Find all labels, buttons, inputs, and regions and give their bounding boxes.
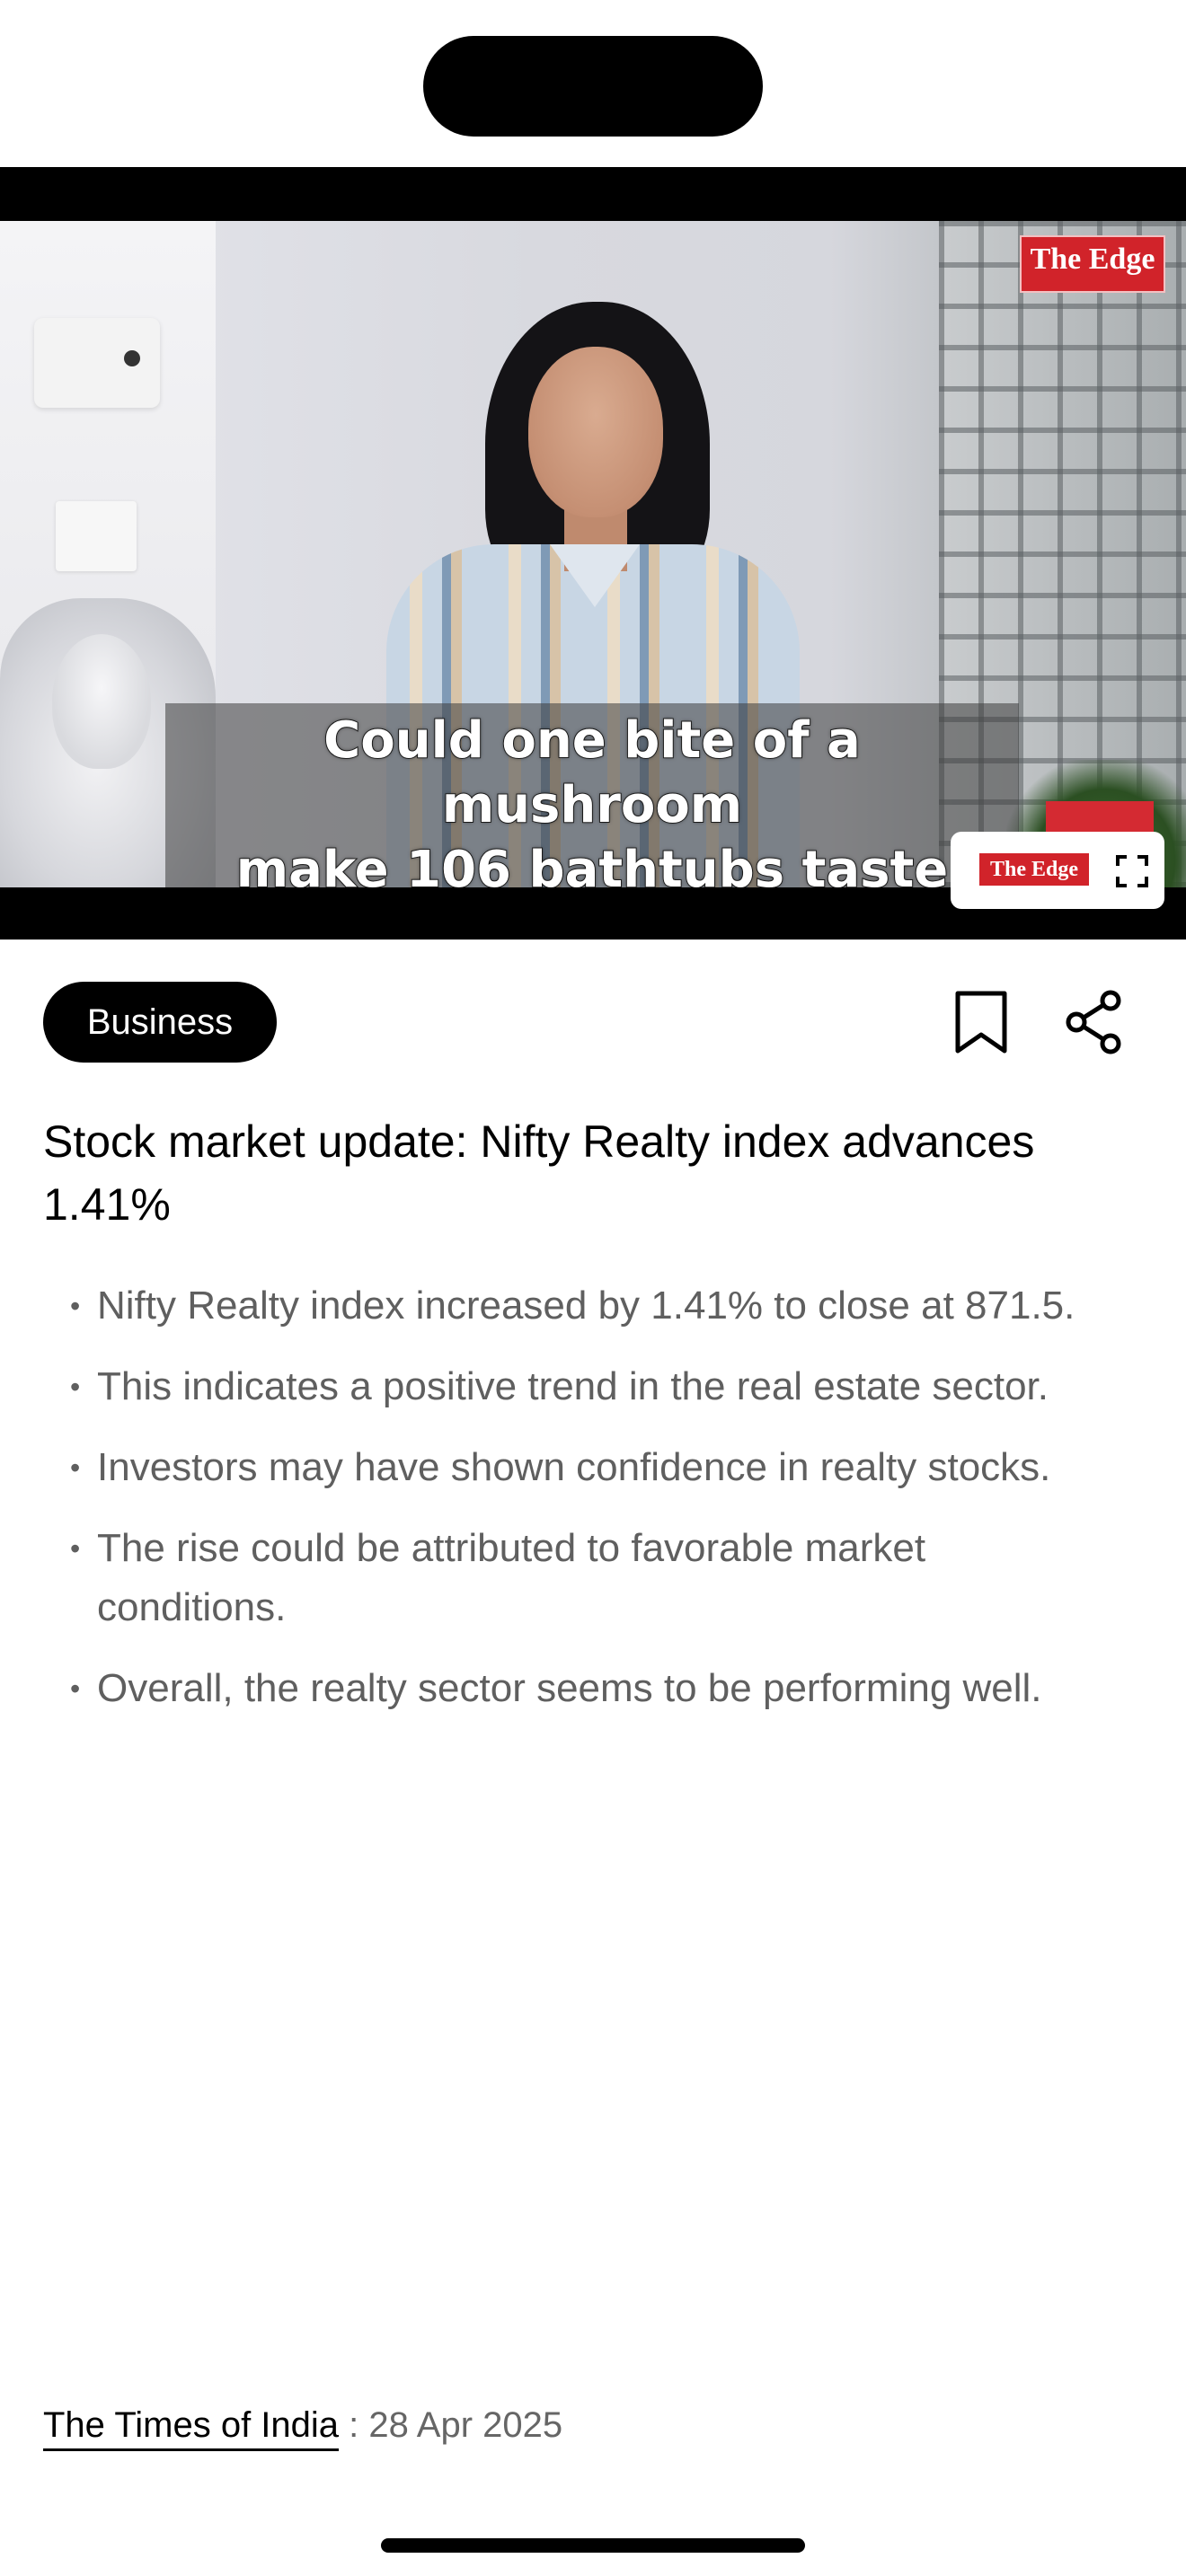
dynamic-island: [423, 36, 763, 137]
video-caption: Could one bite of a mushroom make 106 ba…: [165, 703, 1019, 887]
category-pill[interactable]: Business: [43, 982, 277, 1063]
presenter-face: [528, 347, 663, 517]
video-player[interactable]: The Edge Could one bite of a mushroom ma…: [0, 167, 1186, 940]
publish-date: 28 Apr 2025: [368, 2405, 563, 2445]
video-wall-switch: [56, 501, 137, 571]
video-frame[interactable]: The Edge Could one bite of a mushroom ma…: [0, 221, 1186, 887]
chip-brand-logo[interactable]: The Edge: [979, 853, 1089, 886]
source-separator: :: [339, 2405, 369, 2445]
share-button[interactable]: [1060, 988, 1128, 1056]
list-item: Investors may have shown confidence in r…: [70, 1438, 1085, 1497]
list-item: Nifty Realty index increased by 1.41% to…: [70, 1276, 1085, 1336]
video-caption-line2: make 106 bathtubs taste bitter?: [235, 840, 949, 887]
list-item: This indicates a positive trend in the r…: [70, 1357, 1085, 1416]
article-headline: Stock market update: Nifty Realty index …: [43, 1116, 1035, 1230]
video-statue-head: [52, 634, 151, 769]
video-overlay-chip[interactable]: The Edge: [951, 832, 1164, 909]
bookmark-icon: [955, 991, 1007, 1054]
list-item: Overall, the realty sector seems to be p…: [70, 1659, 1085, 1718]
article-source-line: The Times of India : 28 Apr 2025: [43, 2398, 562, 2452]
video-caption-line1: Could one bite of a mushroom: [323, 710, 862, 835]
video-wall-device: [34, 318, 160, 408]
brand-logo: The Edge: [1020, 235, 1165, 293]
bookmark-button[interactable]: [947, 988, 1015, 1056]
fullscreen-icon[interactable]: [1114, 853, 1150, 889]
source-link[interactable]: The Times of India: [43, 2405, 340, 2451]
list-item: The rise could be attributed to favorabl…: [70, 1519, 1085, 1637]
share-icon: [1066, 990, 1121, 1054]
home-indicator[interactable]: [381, 2538, 805, 2553]
article-summary-list: Nifty Realty index increased by 1.41% to…: [70, 1276, 1085, 1740]
